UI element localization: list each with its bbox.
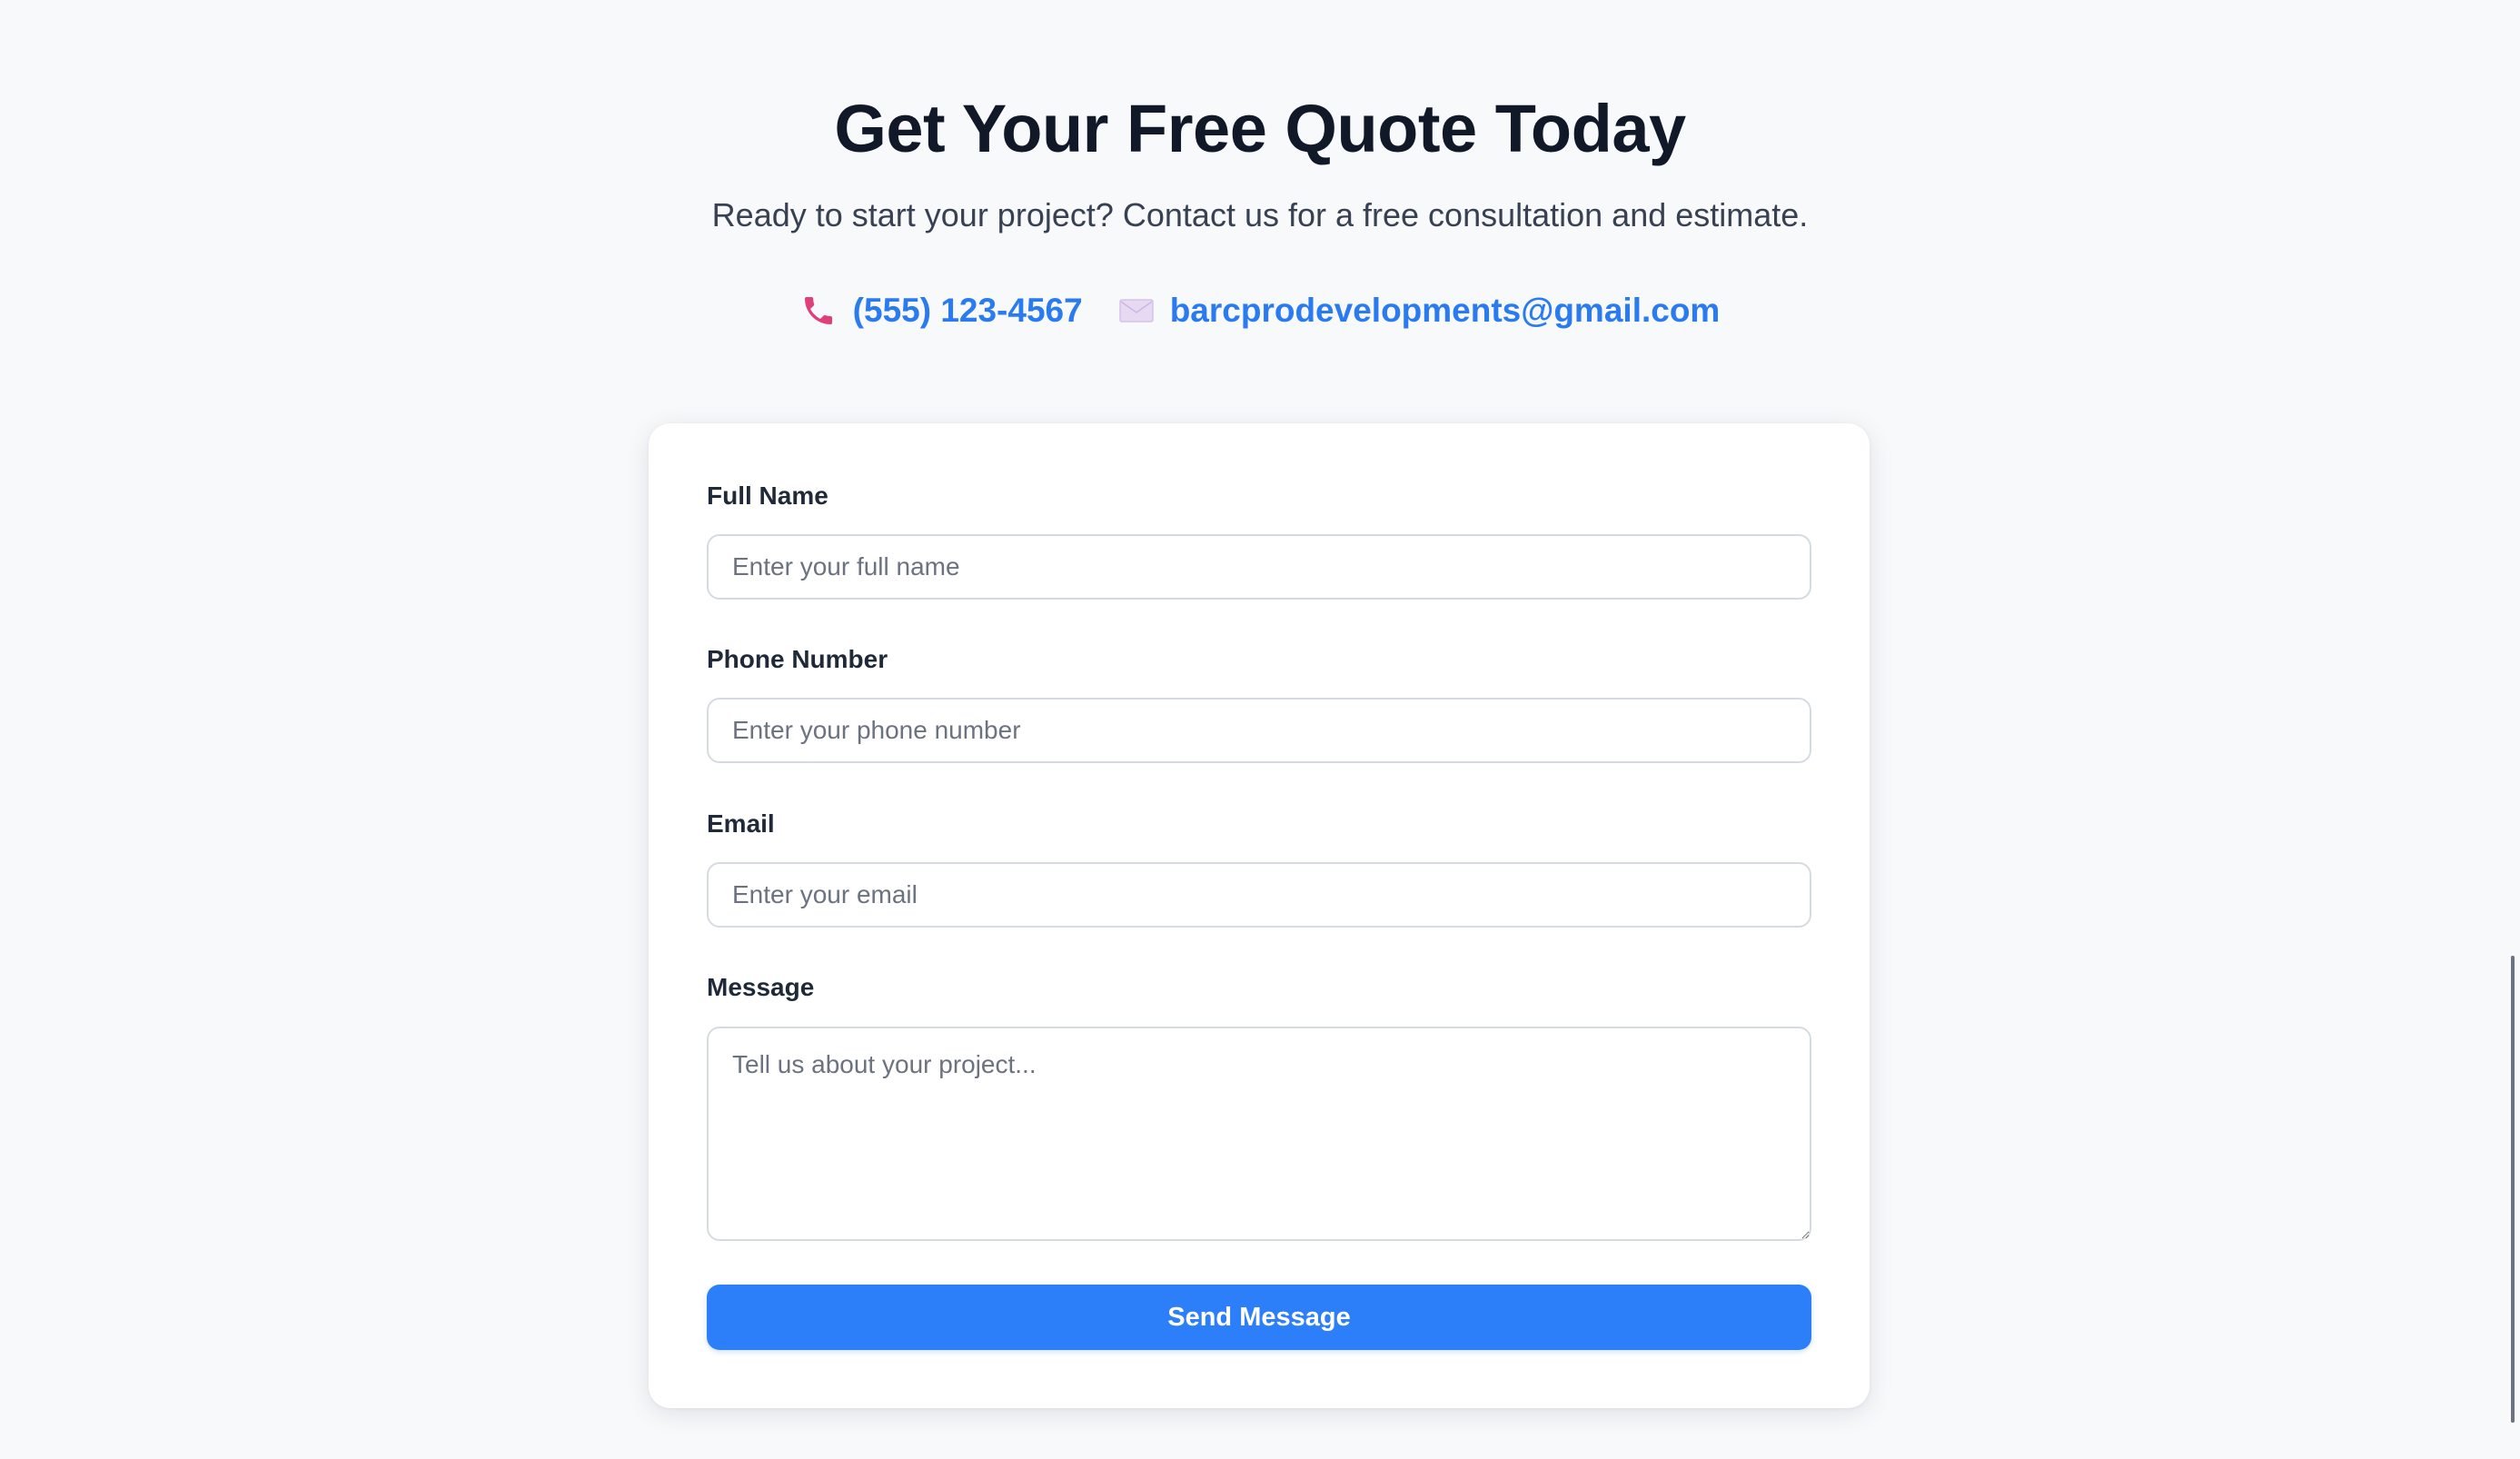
full-name-label: Full Name xyxy=(707,481,828,510)
message-textarea[interactable] xyxy=(707,1027,1811,1241)
email-link[interactable]: barcprodevelopments@gmail.com xyxy=(1118,287,1721,334)
email-label: Email xyxy=(707,809,775,838)
page-title: Get Your Free Quote Today xyxy=(834,91,1686,166)
scrollbar-thumb[interactable] xyxy=(2511,956,2515,1423)
email-input[interactable] xyxy=(707,862,1811,928)
phone-link[interactable]: (555) 123-4567 xyxy=(800,287,1083,334)
phone-icon xyxy=(800,293,837,329)
contact-row: (555) 123-4567 barcprodevelopments@gmail… xyxy=(0,287,2520,334)
phone-number: (555) 123-4567 xyxy=(852,292,1083,329)
send-message-button[interactable]: Send Message xyxy=(707,1285,1811,1350)
full-name-input[interactable] xyxy=(707,534,1811,600)
message-label: Message xyxy=(707,973,815,1001)
envelope-icon xyxy=(1118,297,1154,324)
email-address: barcprodevelopments@gmail.com xyxy=(1169,292,1721,329)
phone-number-label: Phone Number xyxy=(707,645,888,673)
phone-number-input[interactable] xyxy=(707,698,1811,763)
quote-form-card: Full Name Phone Number Email Message Sen… xyxy=(649,423,1870,1408)
page-subtitle: Ready to start your project? Contact us … xyxy=(711,196,1809,233)
